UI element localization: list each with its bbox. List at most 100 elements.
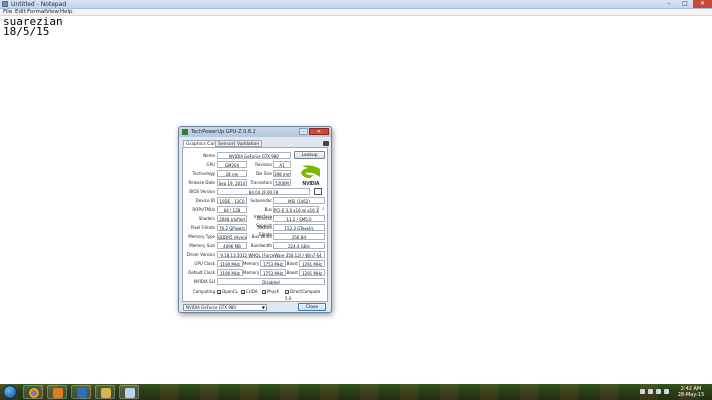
label-gpu-memory: Memory xyxy=(243,261,260,266)
gpuz-close-dialog-button[interactable]: Close xyxy=(298,303,326,311)
menu-bar: File Edit Format View Help xyxy=(0,9,712,16)
maximize-button[interactable]: □ xyxy=(677,0,693,8)
label-die-size: Die Size xyxy=(255,171,272,176)
minimize-button[interactable]: – xyxy=(661,0,677,8)
label-default-clock: Default Clock xyxy=(188,270,215,275)
field-device-id: 10DE - 13C0 xyxy=(217,197,247,204)
taskbar-chrome-button[interactable] xyxy=(23,385,43,399)
label-name: Name xyxy=(203,153,215,158)
field-gpu-clock: 1190 MHz xyxy=(217,260,243,267)
field-default-memory: 1753 MHz xyxy=(260,269,286,276)
bus-info-question-icon[interactable]: ? xyxy=(322,206,324,213)
label-bios-version: BIOS Version xyxy=(189,189,215,194)
field-default-boost: 1291 MHz xyxy=(299,269,325,276)
tray-arrow-icon[interactable] xyxy=(640,389,645,394)
checkbox-physx: ✓PhysX xyxy=(262,289,280,295)
field-memory-size: 4096 MB xyxy=(217,242,247,249)
lookup-button[interactable]: Lookup xyxy=(294,151,325,159)
field-bus-width: 256 Bit xyxy=(273,233,325,240)
chevron-down-icon: ▼ xyxy=(261,305,265,310)
gpuz-app-icon xyxy=(182,129,188,135)
field-nvidia-sli: Disabled xyxy=(217,278,325,285)
taskbar-notepad-button[interactable] xyxy=(119,385,139,399)
label-driver-version: Driver Version xyxy=(186,252,215,257)
label-memory-size: Memory Size xyxy=(189,243,215,248)
gpuz-minimize-button[interactable]: – xyxy=(299,128,308,135)
field-name: NVIDIA GeForce GTX 980 xyxy=(217,152,291,159)
field-gpu: GM204 xyxy=(217,161,247,168)
field-pixel-fillrate: 76.2 GPixel/s xyxy=(217,224,247,231)
field-technology: 28 nm xyxy=(217,170,247,177)
tray-network-icon[interactable] xyxy=(648,389,653,394)
gpu-select-dropdown[interactable]: NVIDIA GeForce GTX 980 ▼ xyxy=(183,304,267,311)
checkbox-directcompute: ✓DirectCompute 5.0 xyxy=(285,289,321,301)
label-gpu-boost: Boost xyxy=(286,261,298,266)
field-bandwidth: 224.4 GB/s xyxy=(273,242,325,249)
field-directx-support: 11.2 / SM5.0 xyxy=(273,215,325,222)
nvidia-logo-text: NVIDIA xyxy=(303,181,320,187)
field-shaders: 2048 Unified xyxy=(217,215,247,222)
field-transistors: 5200M xyxy=(273,179,291,186)
field-gpu-memory: 1753 MHz xyxy=(260,260,286,267)
clock-date[interactable]: 28-May-15 xyxy=(676,392,706,400)
graphics-card-panel: Name NVIDIA GeForce GTX 980 Lookup GPU G… xyxy=(182,147,328,302)
notepad-icon xyxy=(2,1,8,7)
label-default-memory: Memory xyxy=(243,270,260,275)
folder-icon xyxy=(101,388,111,398)
taskbar: 2:42 AM 28-May-15 xyxy=(0,384,712,400)
tray-flag-icon[interactable] xyxy=(664,389,669,394)
label-device-id: Device ID xyxy=(195,198,215,203)
start-button[interactable] xyxy=(3,385,17,399)
label-memory-type: Memory Type xyxy=(188,234,215,239)
field-gpu-boost: 1291 MHz xyxy=(299,260,325,267)
close-button[interactable]: ✕ xyxy=(693,0,712,8)
label-gpu-clock: GPU Clock xyxy=(194,261,215,266)
label-computing: Computing xyxy=(193,289,215,294)
label-subvendor: Subvendor xyxy=(250,198,272,203)
tray-volume-icon[interactable] xyxy=(656,389,661,394)
notepad-taskbar-icon xyxy=(125,388,135,398)
label-shaders: Shaders xyxy=(198,216,215,221)
field-bios-version: 84.04.2F.00.F8 xyxy=(217,188,310,195)
field-release-date: Sep 19, 2014 xyxy=(217,179,247,186)
nvidia-logo: NVIDIA xyxy=(296,163,326,187)
text-line: 18/5/15 xyxy=(3,25,50,38)
label-bus-width: Bus Width xyxy=(251,234,272,239)
notepad-title-bar[interactable]: Untitled - Notepad – □ ✕ xyxy=(0,0,712,9)
checkbox-cuda: ✓CUDA xyxy=(241,289,258,295)
label-gpu: GPU xyxy=(206,162,215,167)
label-technology: Technology xyxy=(192,171,215,176)
label-transistors: Transistors xyxy=(250,180,272,185)
taskbar-explorer-button[interactable] xyxy=(95,385,115,399)
field-texture-fillrate: 152.3 GTexel/s xyxy=(273,224,325,231)
field-memory-type: GDDR5 (Hynix) xyxy=(217,233,247,240)
field-die-size: 398 mm² xyxy=(273,170,291,177)
tab-validation[interactable]: Validation xyxy=(234,140,263,147)
gpu-select-value: NVIDIA GeForce GTX 980 xyxy=(186,305,236,310)
label-nvidia-sli: NVIDIA SLI xyxy=(193,279,215,284)
text-editor-area[interactable]: suarezian 18/5/15 xyxy=(0,16,712,384)
field-rops-tmus: 64 / 128 xyxy=(217,206,247,213)
camera-icon[interactable] xyxy=(323,141,329,146)
field-default-clock: 1190 MHz xyxy=(217,269,243,276)
label-default-boost: Boost xyxy=(286,270,298,275)
chrome-icon xyxy=(29,388,39,398)
label-release-date: Release Date xyxy=(188,180,215,185)
taskbar-gpuz-button[interactable] xyxy=(71,385,91,399)
gpuz-taskbar-icon xyxy=(77,388,87,398)
media-player-icon xyxy=(53,388,63,398)
field-bus-interface: PCI-E 3.0 x16 @ x16 1.1 xyxy=(273,206,319,213)
field-revision: A1 xyxy=(273,161,291,168)
window-title: Untitled - Notepad xyxy=(11,1,67,8)
label-pixel-fillrate: Pixel Fillrate xyxy=(191,225,215,230)
gpuz-window: TechPowerUp GPU-Z 0.8.2 – ✕ Graphics Car… xyxy=(178,126,332,313)
share-icon[interactable] xyxy=(314,188,322,195)
field-driver-version: 9.18.13.5012 WHQL (ForceWare 350.12) / W… xyxy=(217,251,325,258)
taskbar-media-button[interactable] xyxy=(47,385,67,399)
label-rops-tmus: ROPs/TMUs xyxy=(192,207,215,212)
gpuz-close-button[interactable]: ✕ xyxy=(309,128,329,135)
checkbox-opencl: ✓OpenCL xyxy=(217,289,238,295)
gpuz-title-bar[interactable]: TechPowerUp GPU-Z 0.8.2 – ✕ xyxy=(179,127,331,137)
gpuz-title: TechPowerUp GPU-Z 0.8.2 xyxy=(191,129,256,135)
label-bandwidth: Bandwidth xyxy=(250,243,272,248)
